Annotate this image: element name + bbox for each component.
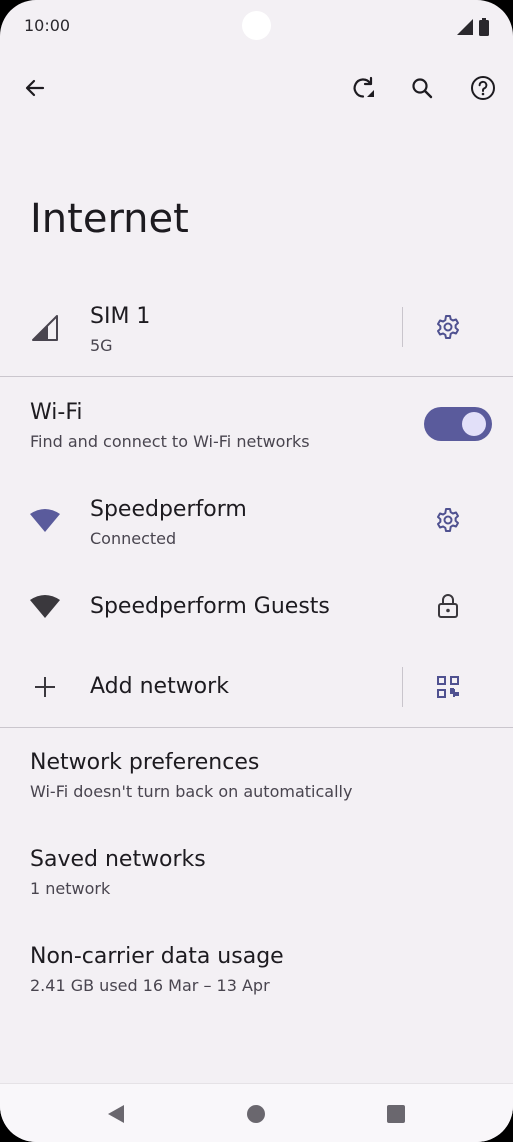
- nav-home-button[interactable]: [236, 1094, 276, 1134]
- navigation-bar: [0, 1083, 513, 1142]
- add-network-label: Add network: [90, 674, 229, 699]
- cellular-signal-icon: [32, 315, 58, 341]
- search-icon: [412, 78, 433, 99]
- circle-home-icon: [247, 1105, 265, 1123]
- battery-icon: [479, 18, 489, 36]
- sim-title: SIM 1: [90, 304, 151, 329]
- square-recents-icon: [387, 1105, 405, 1123]
- status-icons: [457, 18, 489, 36]
- triangle-back-icon: [108, 1105, 124, 1123]
- sim-divider: [402, 307, 403, 347]
- gear-icon: [437, 508, 459, 532]
- back-button[interactable]: [15, 68, 55, 108]
- help-button[interactable]: [463, 68, 503, 108]
- wifi-connected-icon: [30, 509, 60, 532]
- setting-title: Non-carrier data usage: [30, 944, 284, 969]
- network-name: Speedperform Guests: [90, 594, 330, 619]
- screen: 10:00 Internet SIM 1 5G Wi-Fi Find and c…: [0, 0, 513, 1142]
- nav-back-button[interactable]: [96, 1094, 136, 1134]
- network-reset-icon: [353, 76, 374, 98]
- network-status: Connected: [90, 529, 177, 548]
- add-network-divider: [402, 667, 403, 707]
- camera-cutout: [242, 11, 271, 40]
- page-title: Internet: [30, 196, 189, 242]
- network-reset-button[interactable]: [343, 68, 383, 108]
- network-settings-button[interactable]: [428, 500, 468, 540]
- setting-title: Saved networks: [30, 847, 206, 872]
- sim-item[interactable]: [0, 290, 400, 370]
- setting-subtitle: 2.41 GB used 16 Mar – 13 Apr: [30, 976, 270, 995]
- setting-title: Network preferences: [30, 750, 260, 775]
- toggle-knob: [462, 412, 486, 436]
- signal-icon: [457, 19, 473, 35]
- network-name: Speedperform: [90, 497, 247, 522]
- sim-settings-button[interactable]: [428, 307, 468, 347]
- setting-subtitle: Wi-Fi doesn't turn back on automatically: [30, 782, 353, 801]
- status-time: 10:00: [24, 16, 71, 35]
- divider-top: [0, 376, 513, 377]
- wifi-title: Wi-Fi: [30, 400, 83, 425]
- arrow-left-icon: [25, 79, 45, 97]
- wifi-toggle-switch[interactable]: [424, 407, 492, 441]
- wifi-subtitle: Find and connect to Wi-Fi networks: [30, 432, 310, 451]
- setting-subtitle: 1 network: [30, 879, 111, 898]
- lock-icon: [438, 594, 458, 618]
- qr-code-icon: [437, 676, 459, 698]
- gear-icon: [437, 315, 459, 339]
- search-button[interactable]: [402, 68, 442, 108]
- wifi-signal-icon: [30, 595, 60, 618]
- nav-recents-button[interactable]: [376, 1094, 416, 1134]
- plus-icon: [35, 677, 55, 697]
- divider-bottom: [0, 727, 513, 728]
- help-icon: [471, 76, 495, 100]
- qr-scan-button[interactable]: [428, 667, 468, 707]
- sim-subtitle: 5G: [90, 336, 113, 355]
